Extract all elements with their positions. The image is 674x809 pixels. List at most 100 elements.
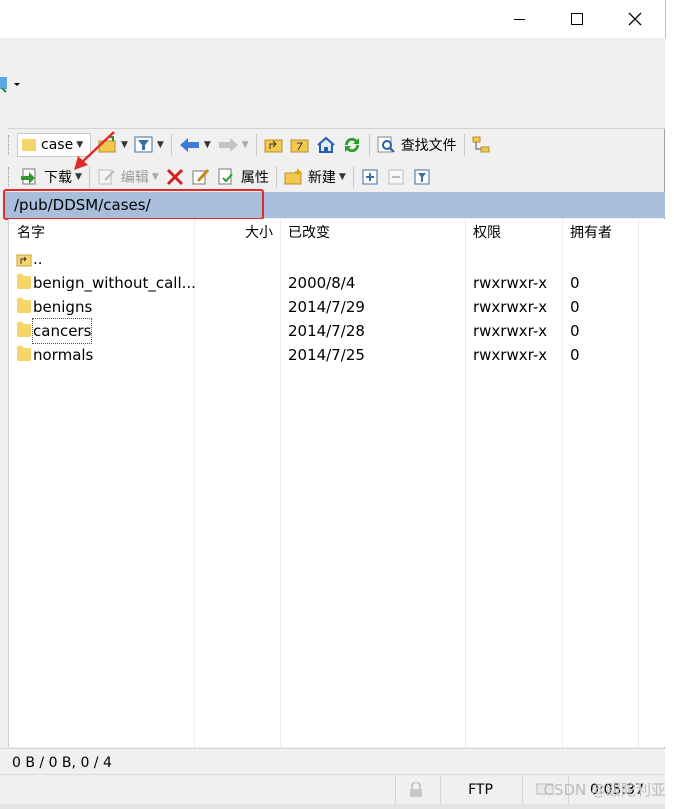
new-folder-icon <box>284 169 302 185</box>
file-name: benign_without_call... <box>33 274 196 292</box>
file-permissions: rwxrwxr-x <box>473 274 548 292</box>
back-button[interactable]: ▼ <box>176 132 214 158</box>
new-label: 新建 <box>307 170 336 186</box>
app-window: case ▼ ▼ ▼ ▼ ▼ 查找文件 下载 ▼ 编辑 ▼ 属性 新建 ▼ /p… <box>0 38 665 809</box>
root-folder-icon <box>290 139 309 153</box>
root-directory-button[interactable] <box>287 132 313 158</box>
toolbar-separator <box>255 134 257 156</box>
folder-icon <box>17 346 31 361</box>
table-row[interactable]: benign_without_call... 2000/8/4 rwxrwxr-… <box>9 271 639 295</box>
tree-view-button[interactable] <box>469 132 495 158</box>
chevron-down-icon: ▼ <box>241 140 249 150</box>
maximize-button[interactable] <box>548 0 606 38</box>
properties-label: 属性 <box>240 170 269 186</box>
folder-icon <box>17 274 31 289</box>
table-row[interactable]: benigns 2014/7/29 rwxrwxr-x 0 <box>9 295 639 319</box>
find-icon <box>377 136 395 153</box>
plus-icon <box>362 169 378 185</box>
sync-dropdown-button[interactable] <box>0 74 24 94</box>
close-button[interactable] <box>606 0 664 38</box>
column-header-owner[interactable]: 拥有者 <box>570 219 612 247</box>
chevron-down-icon: ▼ <box>156 140 164 150</box>
file-owner: 0 <box>570 322 580 340</box>
annotation-arrow-icon <box>74 131 115 170</box>
parent-folder-icon <box>264 139 283 153</box>
minus-icon <box>388 169 404 185</box>
parent-directory-button[interactable] <box>261 132 287 158</box>
properties-icon <box>218 168 233 185</box>
toolbar-separator <box>368 134 370 156</box>
file-name: normals <box>33 346 94 364</box>
find-files-label: 查找文件 <box>400 138 457 154</box>
column-header-permissions[interactable]: 权限 <box>473 219 501 247</box>
chevron-down-icon: ▼ <box>151 172 159 182</box>
folder-icon <box>17 322 31 337</box>
lock-indicator <box>395 775 435 805</box>
file-name: benigns <box>33 298 93 316</box>
edit-label: 编辑 <box>120 170 149 186</box>
location-combo-value: case <box>41 137 74 153</box>
filter-files-button[interactable] <box>410 164 436 190</box>
download-icon <box>21 168 36 185</box>
download-label: 下载 <box>44 170 72 186</box>
column-header-size[interactable]: 大小 <box>245 219 273 247</box>
toolbar-divider <box>8 128 665 129</box>
close-icon <box>628 12 642 26</box>
window-titlebar <box>0 0 666 38</box>
table-row[interactable]: normals 2014/7/25 rwxrwxr-x 0 <box>9 343 639 367</box>
find-files-button[interactable]: 查找文件 <box>374 132 460 158</box>
file-modified: 2014/7/28 <box>288 322 365 340</box>
file-modified: 2014/7/29 <box>288 298 365 316</box>
file-permissions: rwxrwxr-x <box>473 322 548 340</box>
sync-icon <box>0 77 20 93</box>
toolbar-grip[interactable] <box>8 135 11 155</box>
toolbar-separator <box>352 166 354 188</box>
chevron-down-icon: ▼ <box>338 172 346 182</box>
watermark: CSDN @跋陀利亚 <box>543 781 666 799</box>
unselect-files-button[interactable] <box>384 164 410 190</box>
file-name: cancers <box>31 318 93 344</box>
rename-icon <box>192 168 209 185</box>
window-bottom-edge <box>0 804 665 809</box>
chevron-down-icon: ▼ <box>75 172 82 182</box>
delete-button[interactable] <box>162 164 188 190</box>
home-icon <box>317 136 335 153</box>
back-arrow-icon <box>179 138 199 152</box>
file-owner: 0 <box>570 346 580 364</box>
lock-icon <box>409 782 422 797</box>
maximize-icon <box>571 13 583 25</box>
file-permissions: rwxrwxr-x <box>473 346 548 364</box>
file-list: 名字 大小 已改变 权限 拥有者 .. benign_without_call.… <box>8 219 665 747</box>
highlight-box <box>3 189 264 220</box>
delete-icon <box>166 168 183 186</box>
file-owner: 0 <box>570 274 580 292</box>
protocol-indicator: FTP <box>440 775 520 805</box>
toolbar-separator <box>275 166 277 188</box>
new-button[interactable]: 新建 ▼ <box>281 164 349 190</box>
filter-icon <box>134 136 153 153</box>
properties-button[interactable]: 属性 <box>214 164 272 190</box>
toolbar-area <box>0 38 665 128</box>
minimize-button[interactable] <box>490 0 548 38</box>
toolbar-grip[interactable] <box>8 167 11 187</box>
file-owner: 0 <box>570 298 580 316</box>
home-directory-button[interactable] <box>313 132 339 158</box>
forward-button[interactable]: ▼ <box>214 132 252 158</box>
toolbar-separator <box>170 134 172 156</box>
file-name: .. <box>33 250 43 268</box>
minimize-icon <box>513 18 525 20</box>
file-permissions: rwxrwxr-x <box>473 298 548 316</box>
column-header-name[interactable]: 名字 <box>17 219 45 247</box>
filter-button[interactable]: ▼ <box>131 132 167 158</box>
folder-icon <box>22 139 36 151</box>
chevron-down-icon: ▼ <box>121 140 128 150</box>
table-row[interactable]: cancers 2014/7/28 rwxrwxr-x 0 <box>9 318 639 344</box>
select-files-button[interactable] <box>358 164 384 190</box>
rename-button[interactable] <box>188 164 214 190</box>
column-header-modified[interactable]: 已改变 <box>288 219 330 247</box>
selection-summary: 0 B / 0 B, 0 / 4 <box>12 755 112 771</box>
refresh-button[interactable] <box>339 132 365 158</box>
toolbar-separator <box>463 134 465 156</box>
folder-icon <box>17 298 31 313</box>
parent-directory-row[interactable]: .. <box>9 247 639 271</box>
